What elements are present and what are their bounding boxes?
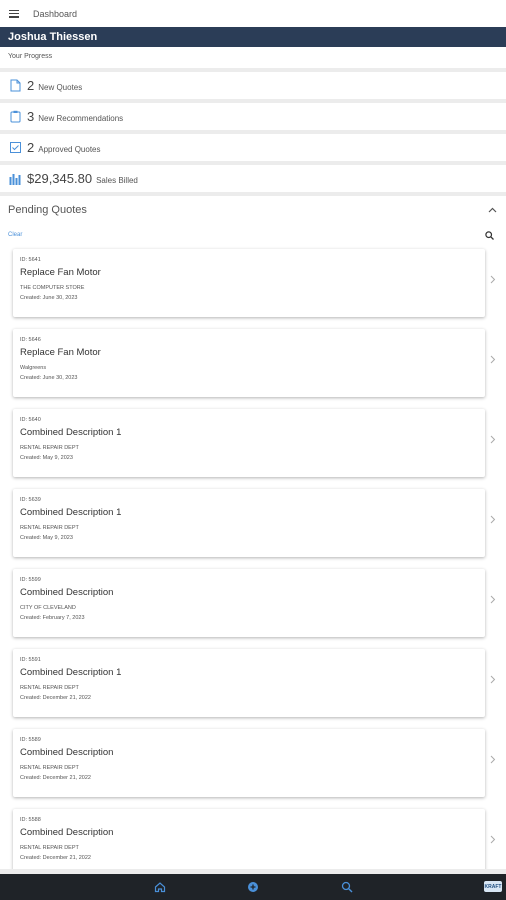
- quote-card[interactable]: ID: 5591 Combined Description 1 RENTAL REP…: [13, 649, 485, 717]
- brand-badge: KRAFT: [484, 881, 502, 892]
- search-icon[interactable]: [485, 230, 494, 240]
- clear-filter-link[interactable]: Clear: [8, 232, 22, 238]
- bar-chart-icon: [9, 172, 21, 186]
- stat-label: New Quotes: [38, 82, 83, 92]
- quote-created-date: Created: December 21, 2022: [20, 695, 91, 701]
- quote-id: ID: 5640: [20, 417, 41, 423]
- chevron-right-icon[interactable]: [490, 435, 496, 444]
- bottom-navigation-bar: KRAFT: [0, 874, 506, 900]
- quote-row: ID: 5640 Combined Description 1 RENTAL REP…: [0, 406, 506, 486]
- quote-card[interactable]: ID: 5646 Replace Fan Motor Walgreens Create…: [13, 329, 485, 397]
- quote-id: ID: 5591: [20, 657, 41, 663]
- quote-customer: RENTAL REPAIR DEPT: [20, 445, 79, 451]
- home-icon[interactable]: [154, 881, 166, 893]
- filter-row: Clear: [0, 224, 506, 246]
- quote-created-date: Created: June 30, 2023: [20, 375, 78, 381]
- stat-new-recommendations[interactable]: 3 New Recommendations: [0, 103, 506, 130]
- stat-count: 3: [27, 109, 35, 124]
- pending-quotes-header[interactable]: Pending Quotes: [0, 196, 506, 224]
- quote-card[interactable]: ID: 5599 Combined Description CITY OF CLEV…: [13, 569, 485, 637]
- pending-quotes-panel: Pending Quotes Clear ID: 5641 Replace Fan…: [0, 196, 506, 869]
- user-name-banner: Joshua Thiessen: [0, 27, 506, 47]
- page-title: Dashboard: [33, 8, 78, 19]
- quote-row: ID: 5646 Replace Fan Motor Walgreens Create…: [0, 326, 506, 406]
- checkbox-icon: [9, 141, 21, 155]
- stat-count: 2: [27, 78, 35, 93]
- quote-title: Combined Description 1: [20, 667, 122, 678]
- quote-customer: RENTAL REPAIR DEPT: [20, 845, 79, 851]
- quote-row: ID: 5589 Combined Description RENTAL REPAI…: [0, 726, 506, 806]
- quote-title: Combined Description: [20, 827, 114, 838]
- quote-card[interactable]: ID: 5640 Combined Description 1 RENTAL REP…: [13, 409, 485, 477]
- quote-card[interactable]: ID: 5641 Replace Fan Motor THE COMPUTER ST…: [13, 249, 485, 317]
- quote-created-date: Created: December 21, 2022: [20, 775, 91, 781]
- quote-row: ID: 5599 Combined Description CITY OF CLEV…: [0, 566, 506, 646]
- chevron-right-icon[interactable]: [490, 355, 496, 364]
- quote-created-date: Created: May 9, 2023: [20, 455, 73, 461]
- add-circle-icon[interactable]: [247, 881, 259, 893]
- chevron-right-icon[interactable]: [490, 755, 496, 764]
- chevron-right-icon[interactable]: [490, 275, 496, 284]
- quote-title: Combined Description: [20, 587, 114, 598]
- quote-customer: THE COMPUTER STORE: [20, 285, 85, 291]
- quote-row: ID: 5641 Replace Fan Motor THE COMPUTER ST…: [0, 246, 506, 326]
- search-icon[interactable]: [341, 881, 353, 893]
- stat-count: 2: [27, 140, 35, 155]
- chevron-up-icon[interactable]: [488, 206, 497, 215]
- chevron-right-icon[interactable]: [490, 595, 496, 604]
- quote-id: ID: 5646: [20, 337, 41, 343]
- quote-title: Combined Description 1: [20, 507, 122, 518]
- quote-title: Replace Fan Motor: [20, 347, 101, 358]
- stat-count: $29,345.80: [27, 171, 93, 186]
- chevron-right-icon[interactable]: [490, 515, 496, 524]
- quote-id: ID: 5588: [20, 817, 41, 823]
- quote-customer: Walgreens: [20, 365, 47, 371]
- stat-label: New Recommendations: [38, 113, 124, 123]
- quote-row: ID: 5588 Combined Description RENTAL REPAI…: [0, 806, 506, 869]
- quote-customer: RENTAL REPAIR DEPT: [20, 525, 79, 531]
- stat-label: Sales Billed: [96, 175, 138, 185]
- clipboard-icon: [9, 110, 21, 124]
- stat-new-quotes[interactable]: 2 New Quotes: [0, 72, 506, 99]
- quote-id: ID: 5589: [20, 737, 41, 743]
- quote-list: ID: 5641 Replace Fan Motor THE COMPUTER ST…: [0, 246, 506, 869]
- document-icon: [9, 79, 21, 93]
- pending-quotes-title: Pending Quotes: [8, 204, 87, 216]
- quote-id: ID: 5641: [20, 257, 41, 263]
- quote-row: ID: 5639 Combined Description 1 RENTAL REP…: [0, 486, 506, 566]
- quote-title: Replace Fan Motor: [20, 267, 101, 278]
- stat-sales-billed[interactable]: $29,345.80 Sales Billed: [0, 165, 506, 192]
- quote-customer: RENTAL REPAIR DEPT: [20, 765, 79, 771]
- quote-customer: RENTAL REPAIR DEPT: [20, 685, 79, 691]
- quote-created-date: Created: February 7, 2023: [20, 615, 85, 621]
- quote-card[interactable]: ID: 5639 Combined Description 1 RENTAL REP…: [13, 489, 485, 557]
- quote-id: ID: 5599: [20, 577, 41, 583]
- hamburger-menu-icon[interactable]: [9, 9, 19, 18]
- quote-created-date: Created: June 30, 2023: [20, 295, 78, 301]
- quote-title: Combined Description: [20, 747, 114, 758]
- quote-row: ID: 5591 Combined Description 1 RENTAL REP…: [0, 646, 506, 726]
- stat-approved-quotes[interactable]: 2 Approved Quotes: [0, 134, 506, 161]
- quote-card[interactable]: ID: 5588 Combined Description RENTAL REPAI…: [13, 809, 485, 869]
- quote-card[interactable]: ID: 5589 Combined Description RENTAL REPAI…: [13, 729, 485, 797]
- chevron-right-icon[interactable]: [490, 835, 496, 844]
- quote-customer: CITY OF CLEVELAND: [20, 605, 76, 611]
- chevron-right-icon[interactable]: [490, 675, 496, 684]
- quote-created-date: Created: May 9, 2023: [20, 535, 73, 541]
- progress-heading: Your Progress: [0, 47, 506, 68]
- quote-title: Combined Description 1: [20, 427, 122, 438]
- quote-created-date: Created: December 21, 2022: [20, 855, 91, 861]
- top-app-bar: Dashboard: [0, 0, 506, 27]
- quote-id: ID: 5639: [20, 497, 41, 503]
- stat-label: Approved Quotes: [38, 144, 101, 154]
